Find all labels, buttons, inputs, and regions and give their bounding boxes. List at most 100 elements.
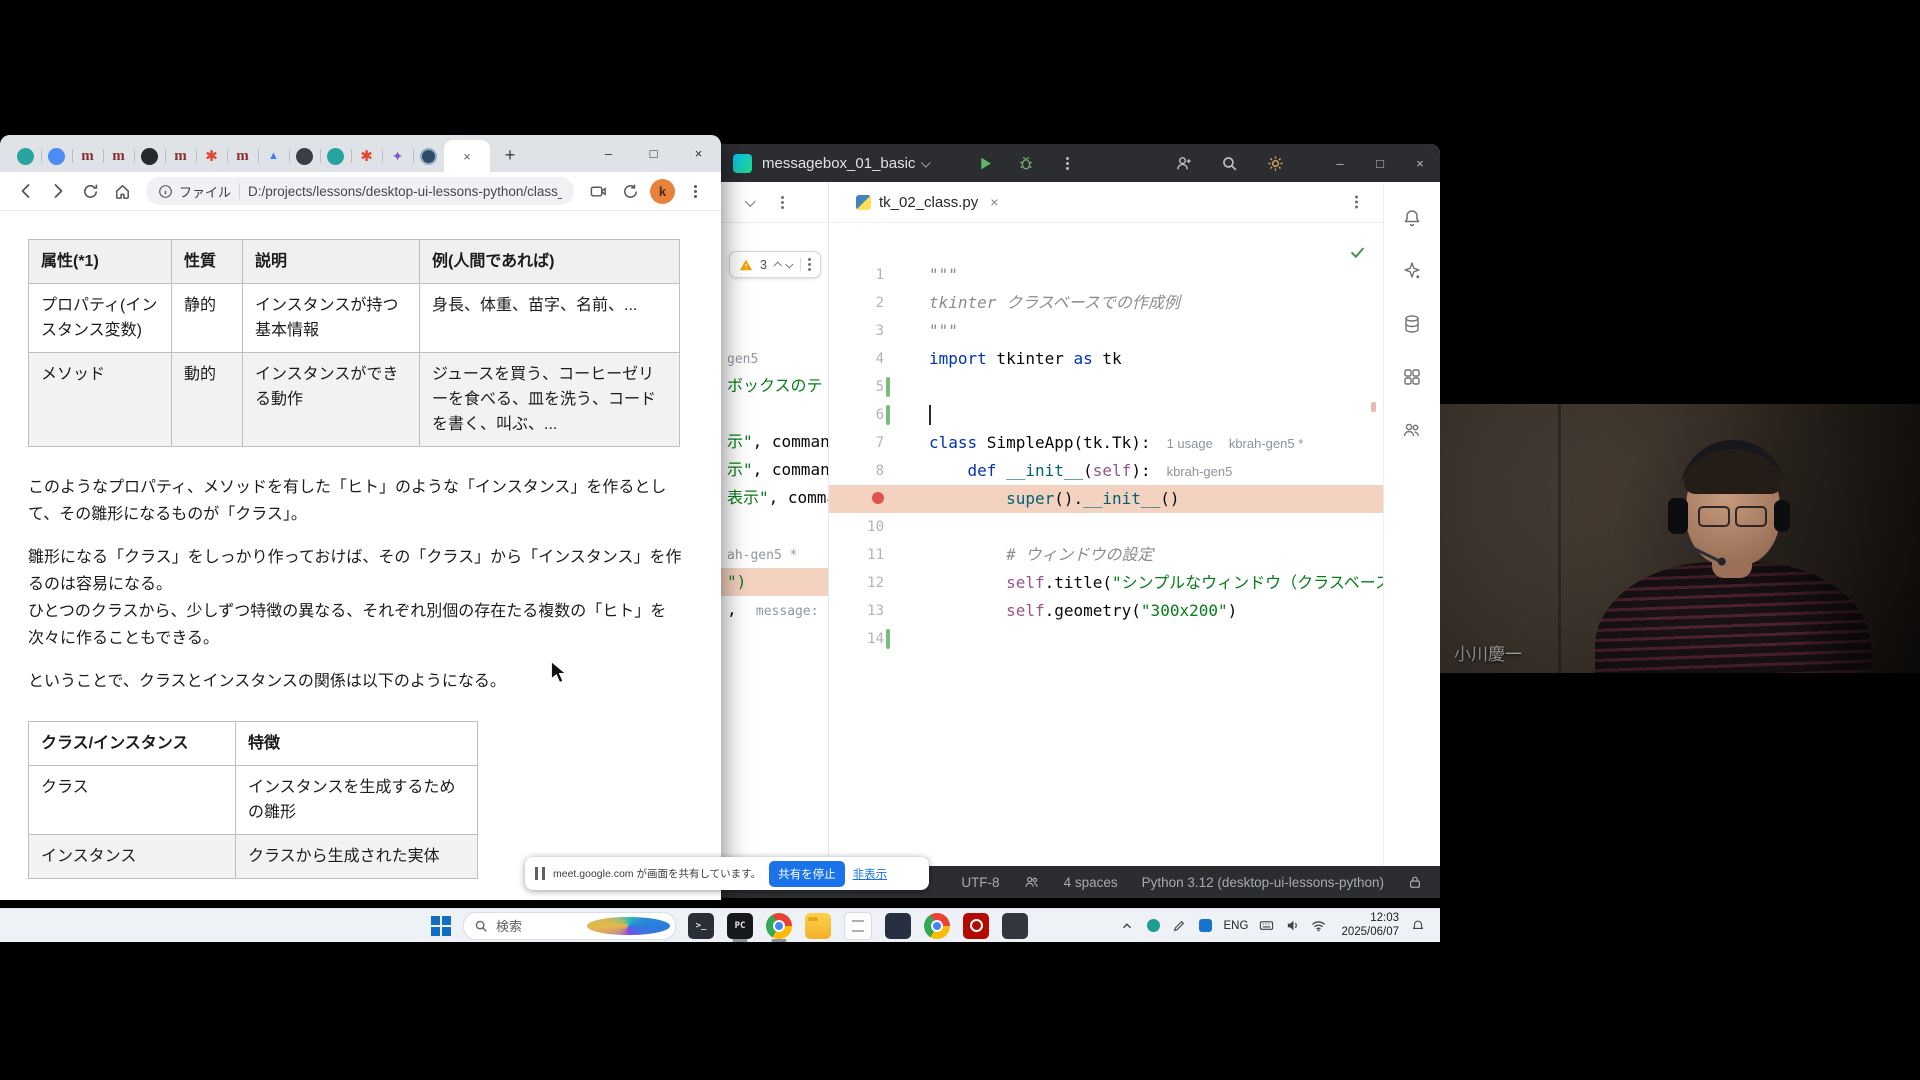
hide-share-bar-link[interactable]: 非表示 bbox=[853, 866, 888, 882]
taskbar-app-dark-app[interactable] bbox=[1002, 913, 1028, 939]
collaboration-icon[interactable] bbox=[1400, 418, 1424, 442]
browser-tab-9[interactable]: ▲ bbox=[258, 140, 289, 172]
notifications-icon[interactable] bbox=[1400, 206, 1424, 230]
browser-tab-6[interactable]: m bbox=[165, 140, 196, 172]
code-text: import tkinter as tk bbox=[898, 345, 1384, 373]
browser-active-tab[interactable]: × bbox=[444, 140, 490, 172]
browser-minimize-button[interactable]: – bbox=[586, 135, 631, 172]
ide-minimize-button[interactable]: – bbox=[1320, 144, 1360, 182]
status-indent[interactable]: 4 spaces bbox=[1064, 875, 1118, 890]
hidden-tabs-chevron-icon[interactable] bbox=[745, 196, 756, 207]
editor-split-divider[interactable] bbox=[828, 182, 829, 866]
volume-icon[interactable] bbox=[1284, 917, 1301, 934]
code-line-4: 4import tkinter as tk bbox=[828, 345, 1384, 373]
browser-tab-10[interactable] bbox=[289, 140, 320, 172]
wifi-icon[interactable] bbox=[1310, 917, 1327, 934]
browser-tab-12[interactable]: ✱ bbox=[351, 140, 382, 172]
taskbar-app-document-app[interactable] bbox=[844, 912, 872, 940]
taskbar-search[interactable]: 検索 bbox=[463, 912, 676, 940]
tab-close-icon[interactable]: × bbox=[463, 149, 471, 164]
taskbar-app-chrome[interactable] bbox=[766, 913, 792, 939]
run-button[interactable] bbox=[974, 152, 996, 174]
taskbar-app-pycharm[interactable]: PC bbox=[727, 913, 753, 939]
back-icon[interactable] bbox=[10, 175, 42, 207]
ai-assistant-icon[interactable] bbox=[1400, 259, 1424, 283]
browser-tab-14[interactable] bbox=[413, 140, 444, 172]
left-tabstrip-menu-icon[interactable] bbox=[781, 201, 784, 204]
pen-icon[interactable] bbox=[1171, 917, 1188, 934]
browser-tab-1[interactable] bbox=[10, 140, 41, 172]
browser-tab-7[interactable]: ✱ bbox=[196, 140, 227, 172]
stop-sharing-button[interactable]: 共有を停止 bbox=[769, 861, 845, 887]
plugins-icon[interactable] bbox=[1400, 365, 1424, 389]
code-editor[interactable]: 1"""2tkinter クラスベースでの作成例3"""4import tkin… bbox=[828, 261, 1384, 659]
shield-icon[interactable] bbox=[1145, 917, 1162, 934]
browser-close-button[interactable]: × bbox=[676, 135, 721, 172]
taskbar-app-explorer[interactable] bbox=[805, 913, 831, 939]
ide-close-button[interactable]: × bbox=[1400, 144, 1440, 182]
blue-app-icon[interactable] bbox=[1197, 917, 1214, 934]
home-icon[interactable] bbox=[106, 175, 138, 207]
table-row: クラスインスタンスを生成するための雛形 bbox=[29, 766, 478, 835]
project-selector[interactable]: messagebox_01_basic bbox=[762, 155, 930, 172]
drive-favicon: ▲ bbox=[265, 148, 282, 165]
browser-maximize-button[interactable]: □ bbox=[631, 135, 676, 172]
status-encoding[interactable]: UTF-8 bbox=[961, 875, 999, 890]
tab-close-icon[interactable]: × bbox=[990, 194, 998, 210]
inspections-ok-icon[interactable] bbox=[1349, 244, 1366, 266]
table-cell: メソッド bbox=[29, 353, 172, 447]
code-with-me-icon[interactable] bbox=[1172, 152, 1194, 174]
code-text: tkinter クラスベースでの作成例 bbox=[898, 289, 1384, 317]
inspection-menu-icon[interactable] bbox=[808, 263, 811, 266]
taskbar-app-acrobat[interactable] bbox=[963, 913, 989, 939]
browser-tab-5[interactable] bbox=[134, 140, 165, 172]
vcs-change-marker bbox=[886, 405, 890, 425]
database-icon[interactable] bbox=[1400, 312, 1424, 336]
address-bar[interactable]: ファイル D:/projects/lessons/desktop-ui-less… bbox=[146, 177, 574, 205]
status-interpreter[interactable]: Python 3.12 (desktop-ui-lessons-python) bbox=[1142, 875, 1384, 890]
taskbar-clock[interactable]: 12:03 2025/06/07 bbox=[1341, 912, 1399, 939]
chevron-up-icon[interactable] bbox=[1119, 917, 1136, 934]
forward-icon[interactable] bbox=[42, 175, 74, 207]
code-text bbox=[898, 401, 1384, 429]
settings-gear-icon[interactable] bbox=[1264, 152, 1286, 174]
editor-tab-tk-02-class[interactable]: tk_02_class.py × bbox=[846, 182, 1008, 222]
taskbar-app-navy-app[interactable] bbox=[885, 913, 911, 939]
browser-tab-11[interactable] bbox=[320, 140, 351, 172]
profile-avatar[interactable]: k bbox=[650, 179, 675, 204]
reload-icon[interactable] bbox=[74, 175, 106, 207]
search-everywhere-icon[interactable] bbox=[1218, 152, 1240, 174]
extensions-icon[interactable] bbox=[614, 175, 646, 207]
browser-tab-3[interactable]: m bbox=[72, 140, 103, 172]
taskbar-app-browser-2[interactable] bbox=[924, 913, 950, 939]
moodle-1-favicon: m bbox=[79, 148, 96, 165]
info-icon[interactable] bbox=[158, 184, 173, 199]
new-tab-button[interactable]: + bbox=[496, 141, 524, 169]
gutter: 3 bbox=[828, 317, 898, 345]
notifications-icon[interactable] bbox=[1409, 917, 1426, 934]
inspection-widget[interactable]: 3 bbox=[729, 251, 821, 278]
browser-tab-2[interactable] bbox=[41, 140, 72, 172]
browser-tab-8[interactable]: m bbox=[227, 140, 258, 172]
status-share-icon[interactable] bbox=[1024, 874, 1040, 890]
status-lock-icon[interactable] bbox=[1408, 875, 1422, 889]
browser-menu-icon[interactable] bbox=[679, 175, 711, 207]
start-button[interactable] bbox=[431, 916, 451, 936]
browser-tab-4[interactable]: m bbox=[103, 140, 134, 172]
tabstrip-menu-icon[interactable] bbox=[1355, 201, 1358, 204]
debug-button[interactable] bbox=[1015, 152, 1037, 174]
code-text: self.geometry("300x200") bbox=[898, 597, 1384, 625]
browser-tab-13[interactable]: ✦ bbox=[382, 140, 413, 172]
next-problem-icon[interactable] bbox=[785, 260, 793, 268]
left-editor-fragment-10: , message: bbox=[721, 596, 828, 624]
screen-capture-icon[interactable] bbox=[582, 175, 614, 207]
previous-problem-icon[interactable] bbox=[773, 261, 781, 269]
keyboard-icon[interactable] bbox=[1258, 917, 1275, 934]
breakpoint-dot[interactable] bbox=[872, 492, 884, 504]
table-row: プロパティ(インスタンス変数)静的インスタンスが持つ基本情報身長、体重、苗字、名… bbox=[29, 284, 680, 353]
taskbar-app-terminal[interactable]: >_ bbox=[688, 913, 714, 939]
more-actions-icon[interactable] bbox=[1056, 152, 1078, 174]
left-editor-fragments: gen5ボックスのテ示", command示", command表示", com… bbox=[721, 344, 828, 624]
language-indicator[interactable]: ENG bbox=[1224, 920, 1249, 932]
ide-maximize-button[interactable]: □ bbox=[1360, 144, 1400, 182]
